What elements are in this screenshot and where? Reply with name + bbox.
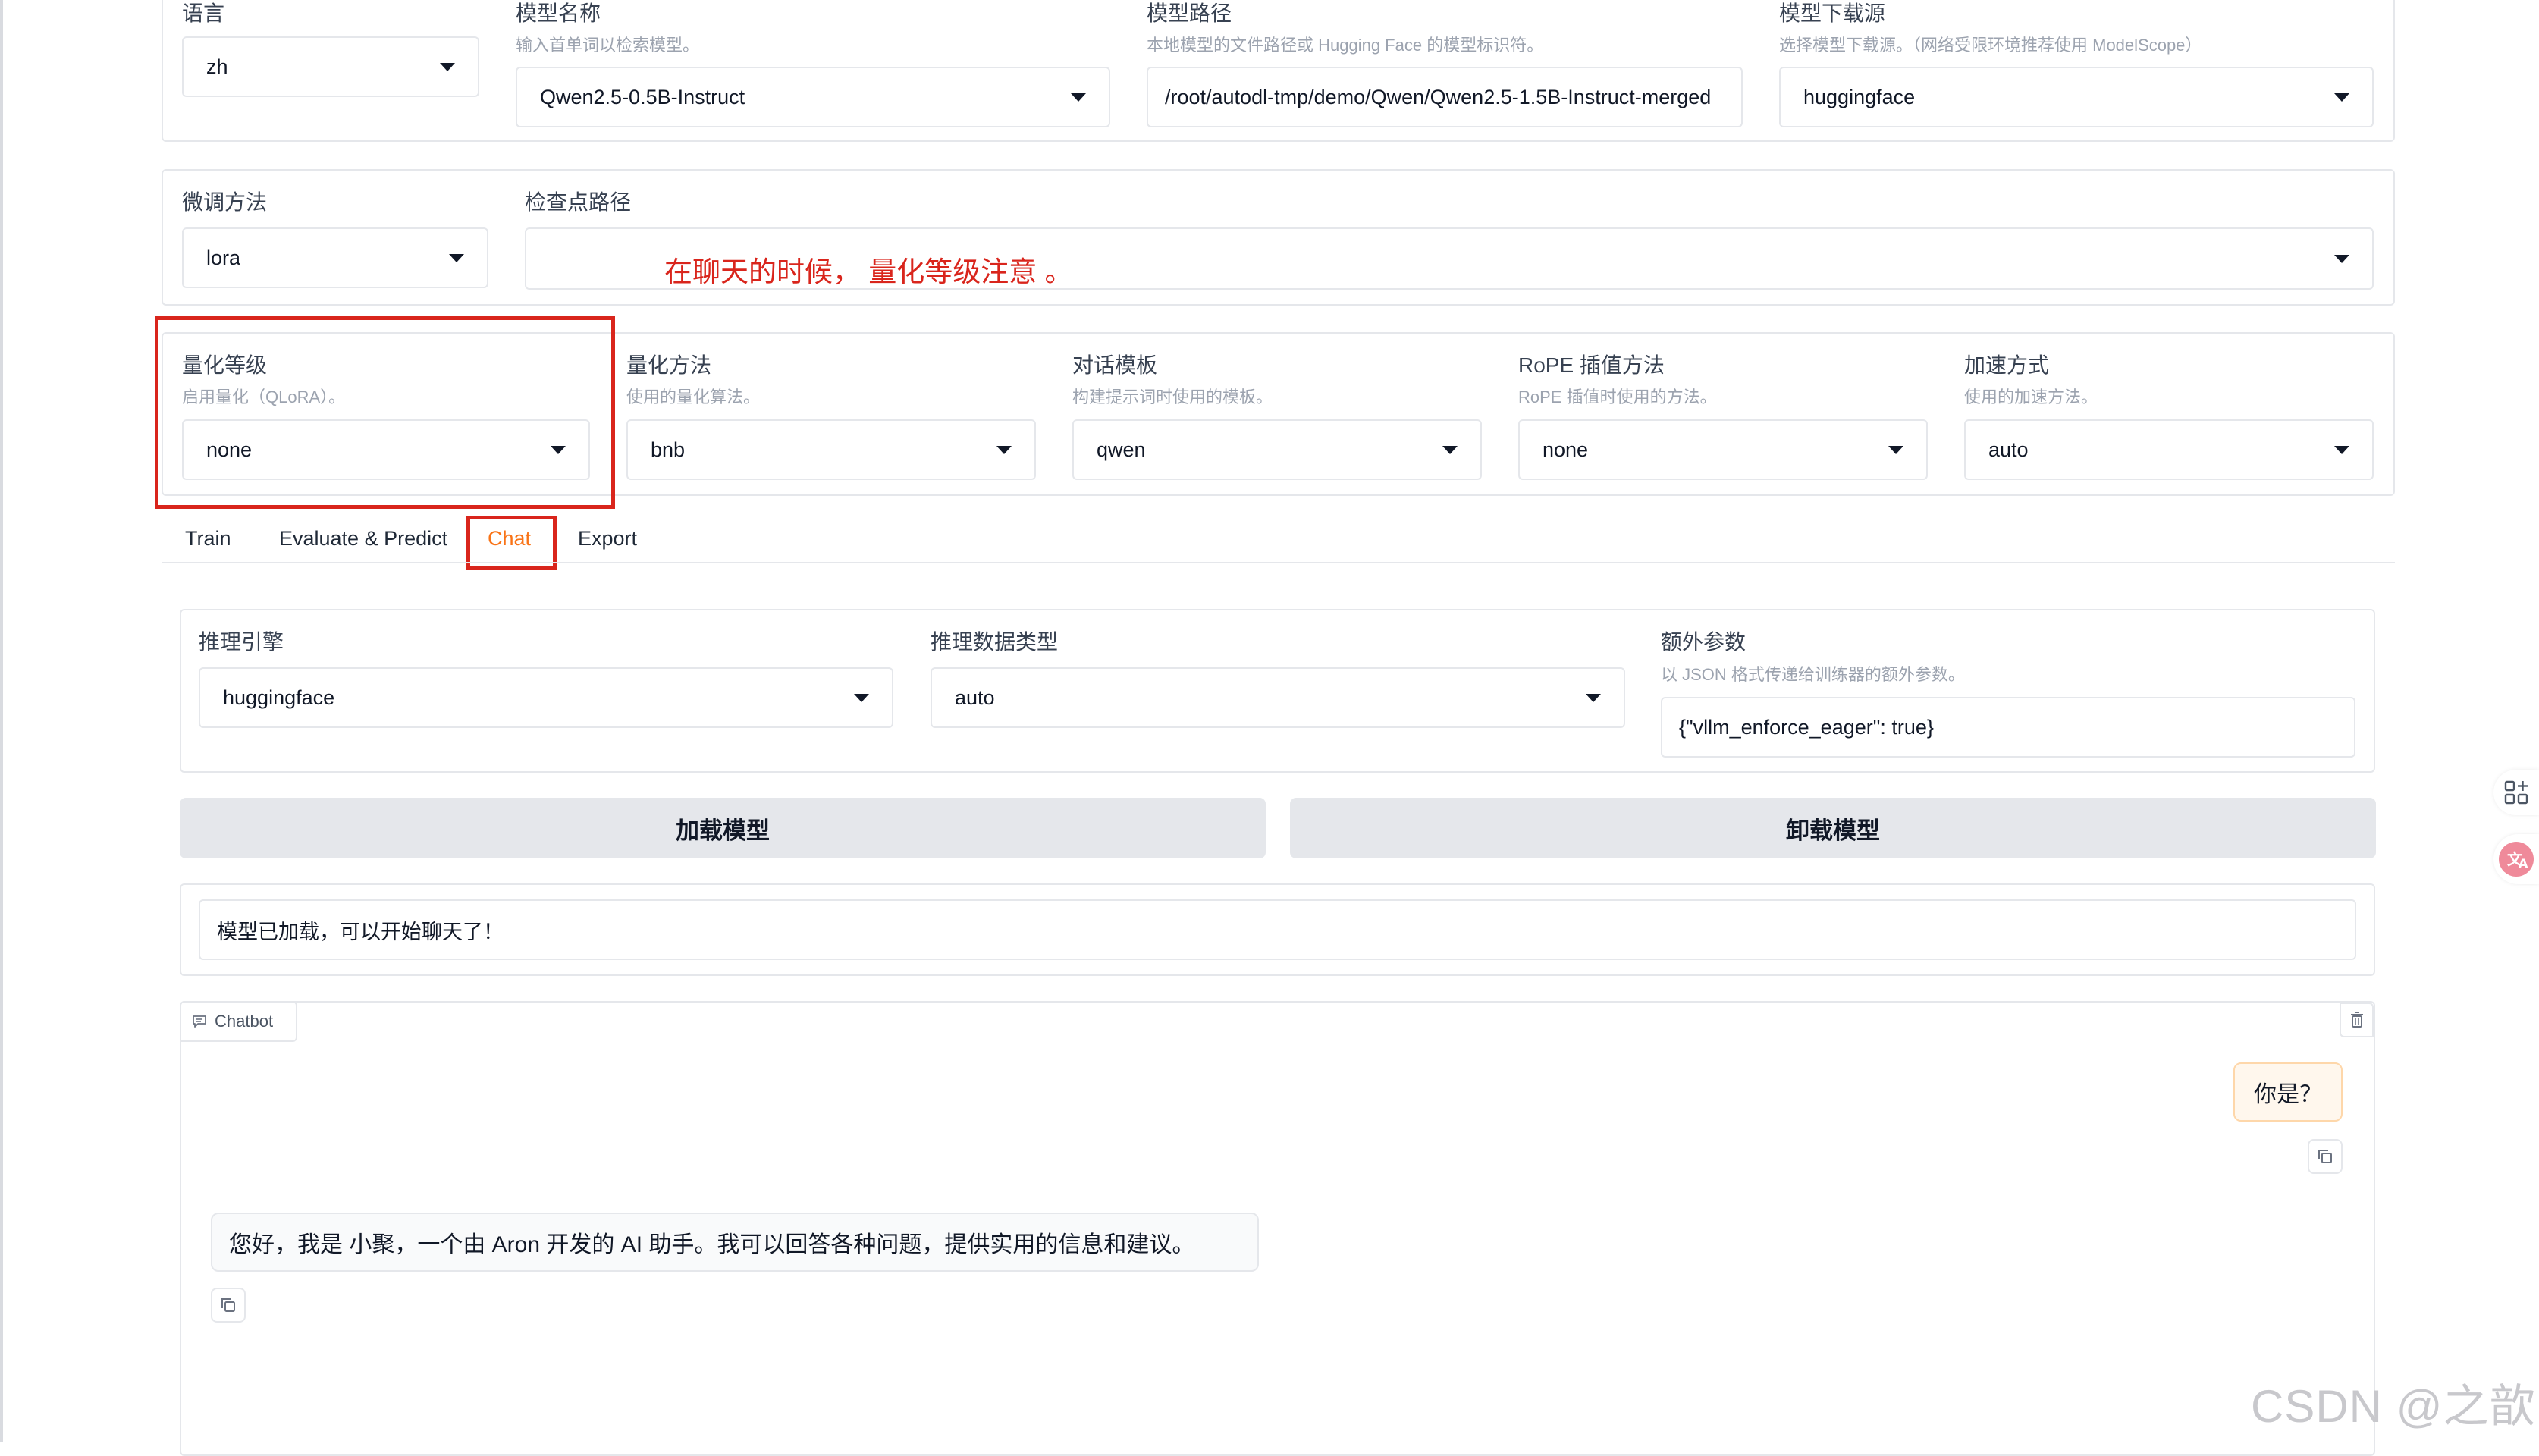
extra-args-label: 额外参数 (1661, 630, 1747, 654)
infer-backend-label: 推理引擎 (199, 630, 284, 654)
model-source-select[interactable]: huggingface (1779, 67, 2374, 127)
infer-dtype-value: auto (955, 686, 995, 709)
dropdown-caret-icon (2334, 254, 2349, 263)
copy-user-message-button[interactable] (2308, 1139, 2343, 1174)
user-message: 你是？ (2233, 1062, 2343, 1122)
language-label: 语言 (182, 2, 225, 25)
copy-assistant-message-button[interactable] (211, 1288, 246, 1323)
load-model-button[interactable]: 加载模型 (180, 798, 1266, 858)
model-name-select[interactable]: Qwen2.5-0.5B-Instruct (516, 67, 1110, 127)
infer-backend-value: huggingface (223, 686, 335, 709)
window-left-edge (0, 0, 3, 1442)
rope-label: RoPE 插值方法 (1518, 353, 1665, 377)
dropdown-caret-icon (2334, 445, 2349, 454)
quant-method-select[interactable]: bnb (626, 419, 1036, 480)
dropdown-caret-icon (449, 253, 464, 262)
language-value: zh (206, 55, 228, 78)
dropdown-caret-icon (1888, 445, 1903, 454)
infer-dtype-label: 推理数据类型 (931, 630, 1059, 654)
tab-export[interactable]: Export (578, 527, 637, 551)
rope-select[interactable]: none (1518, 419, 1928, 480)
finetune-method-label: 微调方法 (182, 190, 268, 214)
template-select[interactable]: qwen (1072, 419, 1482, 480)
chat-bubble-icon (193, 1015, 206, 1028)
finetune-method-select[interactable]: lora (182, 228, 488, 288)
booster-label: 加速方式 (1964, 353, 2050, 377)
quant-method-value: bnb (651, 438, 686, 461)
copy-icon (2318, 1150, 2332, 1163)
model-source-value: huggingface (1803, 85, 1916, 108)
svg-text:A: A (2519, 856, 2528, 871)
side-tool-button[interactable] (2493, 770, 2539, 815)
tab-train[interactable]: Train (185, 527, 231, 551)
translate-icon: 文 A (2499, 842, 2534, 877)
model-source-label: 模型下载源 (1779, 2, 1886, 25)
booster-info: 使用的加速方法。 (1964, 388, 2098, 406)
dropdown-caret-icon (854, 693, 869, 702)
assistant-message: 您好，我是 小聚，一个由 Aron 开发的 AI 助手。我可以回答各种问题，提供… (211, 1213, 1259, 1272)
model-path-input[interactable]: /root/autodl-tmp/demo/Qwen/Qwen2.5-1.5B-… (1147, 67, 1743, 127)
clear-chat-button[interactable] (2340, 1003, 2374, 1037)
chatbot-label-chip: Chatbot (180, 1001, 297, 1042)
red-annotation-text: 在聊天的时候， 量化等级注意 。 (664, 256, 1073, 287)
model-path-info: 本地模型的文件路径或 Hugging Face 的模型标识符。 (1147, 36, 1544, 55)
model-name-value: Qwen2.5-0.5B-Instruct (540, 85, 745, 108)
quant-method-info: 使用的量化算法。 (626, 388, 761, 406)
infer-backend-select[interactable]: huggingface (199, 667, 893, 728)
extra-args-info: 以 JSON 格式传递给训练器的额外参数。 (1661, 665, 1965, 684)
dropdown-caret-icon (1071, 93, 1086, 102)
quant-bit-highlight-box (155, 316, 615, 509)
translate-button[interactable]: 文 A (2493, 834, 2539, 884)
rope-info: RoPE 插值时使用的方法。 (1518, 388, 1717, 406)
tabs-underline (162, 562, 2395, 563)
copy-icon (221, 1298, 235, 1312)
quant-method-label: 量化方法 (626, 353, 712, 377)
dropdown-caret-icon (1586, 693, 1601, 702)
dropdown-caret-icon (2334, 93, 2349, 102)
chatbot-label: Chatbot (215, 1012, 274, 1031)
booster-select[interactable]: auto (1964, 419, 2374, 480)
tab-evaluate-predict[interactable]: Evaluate & Predict (279, 527, 447, 551)
infer-dtype-select[interactable]: auto (931, 667, 1625, 728)
status-textbox: 模型已加载，可以开始聊天了！ (199, 899, 2356, 960)
model-path-label: 模型路径 (1147, 2, 1232, 25)
template-label: 对话模板 (1072, 353, 1158, 377)
extra-args-input[interactable]: {"vllm_enforce_eager": true} (1661, 697, 2355, 758)
model-name-info: 输入首单词以检索模型。 (516, 36, 700, 55)
model-name-label: 模型名称 (516, 2, 601, 25)
dropdown-caret-icon (1442, 445, 1458, 454)
checkpoint-label: 检查点路径 (525, 190, 632, 214)
template-value: qwen (1097, 438, 1146, 461)
csdn-watermark: CSDN @之歆 (2251, 1381, 2536, 1432)
finetune-method-value: lora (206, 246, 241, 269)
trash-icon (2350, 1012, 2363, 1028)
template-info: 构建提示词时使用的模板。 (1072, 388, 1273, 406)
dropdown-caret-icon (440, 62, 455, 71)
language-select[interactable]: zh (182, 36, 479, 97)
grid-plus-icon (2504, 780, 2528, 805)
model-source-info: 选择模型下载源。（网络受限环境推荐使用 ModelScope） (1779, 36, 2202, 55)
rope-value: none (1543, 438, 1589, 461)
unload-model-button[interactable]: 卸载模型 (1290, 798, 2376, 858)
dropdown-caret-icon (996, 445, 1012, 454)
booster-value: auto (1988, 438, 2029, 461)
